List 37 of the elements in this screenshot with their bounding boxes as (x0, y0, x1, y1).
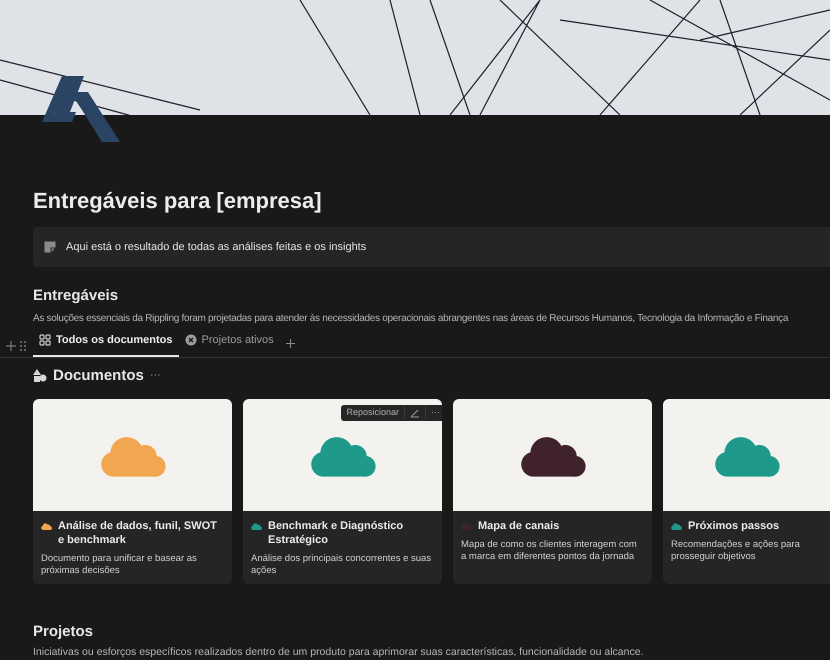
cloud-icon (461, 522, 472, 530)
card-description: Mapa de como os clientes interagem com a marca em diferentes pontos da jornada (461, 538, 638, 564)
cloud-icon (671, 522, 682, 530)
shapes-icon (33, 369, 47, 382)
callout-text: Aqui está o resultado de todas as análises feitas e os insights (66, 240, 366, 255)
note-icon (44, 241, 56, 253)
document-card[interactable]: Próximos passos Recomendações e ações para prosseguir objetivos (663, 398, 830, 584)
document-card[interactable]: Mapa de canais Mapa de como os clientes interagem com a marca em diferentes pontos da jornada (453, 398, 652, 584)
edit-icon[interactable] (410, 408, 420, 418)
document-card[interactable]: Reposicionar ··· Benchmark e Diagnóstico Estratégico Análise dos principais concorrentes e suas ações (243, 398, 442, 584)
more-button[interactable]: ··· (425, 406, 442, 420)
card-title: Próximos passos (688, 518, 780, 532)
section-heading: Entregáveis (33, 286, 120, 306)
document-card[interactable]: Análise de dados, funil, SWOT e benchmark Documento para unificar e basear as próximas decisões (33, 398, 232, 584)
card-description: Documento para unificar e basear as próximas decisões (41, 552, 198, 578)
grid-icon (39, 334, 51, 346)
add-icon[interactable] (286, 338, 295, 348)
section-description: Iniciativas ou esforços específicos realizados dentro de um produto para aprimorar suas características, funcionalidade ou alcance. (33, 644, 644, 660)
cloud-icon (251, 522, 262, 530)
status-icon (184, 334, 197, 346)
card-description: Recomendações e ações para prosseguir objetivos (671, 538, 801, 564)
cloud-icon (41, 522, 52, 530)
view-tab[interactable]: Todos os documentos (33, 332, 179, 356)
card-description: Análise dos principais concorrentes e suas ações (251, 552, 432, 578)
drag-handle-icon[interactable] (20, 340, 26, 350)
section-heading: Projetos (33, 622, 94, 642)
more-options[interactable]: ··· (150, 367, 161, 384)
logo-icon (42, 76, 122, 142)
gallery-title: Documentos (53, 366, 144, 386)
page-title: Entregáveis para [empresa] (33, 187, 323, 215)
add-icon[interactable] (6, 340, 16, 350)
card-title: Análise de dados, funil, SWOT e benchmark (58, 518, 218, 546)
card-title: Benchmark e Diagnóstico Estratégico (268, 518, 404, 546)
reposition-button[interactable]: Reposicionar (341, 406, 405, 420)
section-description: As soluções essenciais da Rippling foram projetadas para atender às necessidades operacionais abrangentes nas áreas de Recursos Humanos, Tecnologia da Informação e Finança (33, 312, 790, 326)
view-tab[interactable]: Projetos ativos (178, 332, 280, 356)
card-title: Mapa de canais (478, 518, 560, 532)
